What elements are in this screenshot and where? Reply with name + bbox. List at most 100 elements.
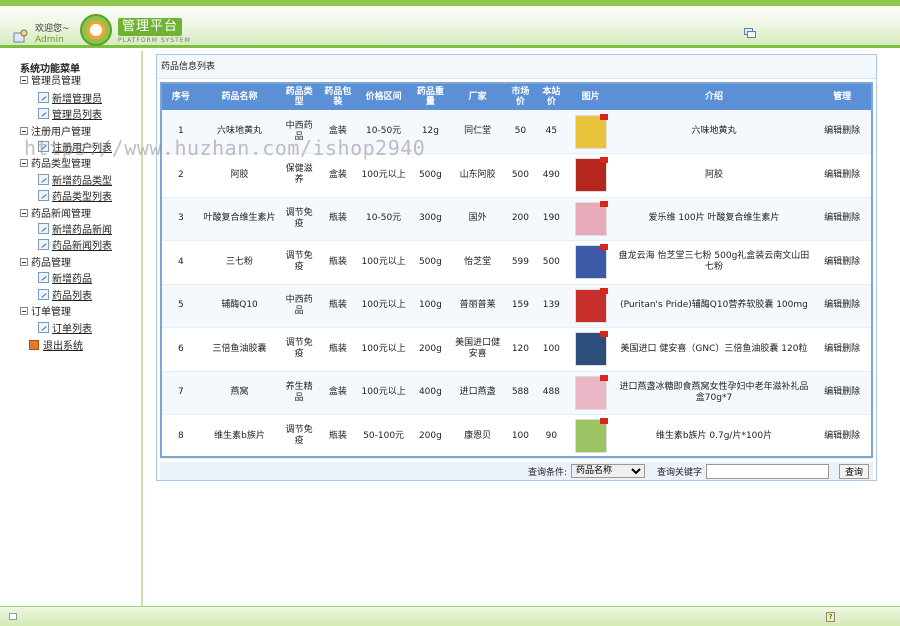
table-cell: 阿胶: [199, 153, 280, 198]
collapse-icon[interactable]: [20, 126, 28, 135]
table-cell: 100: [504, 414, 536, 459]
table-cell: 调节免疫: [279, 327, 319, 372]
delete-link[interactable]: 删除: [842, 344, 860, 354]
sidebar-item-order-list[interactable]: 订单列表: [38, 321, 92, 335]
edit-icon: [38, 141, 49, 152]
sidebar-item-add-drug-news[interactable]: 新增药品新闻: [38, 222, 112, 236]
sidebar-item-drug-type-list[interactable]: 药品类型列表: [38, 189, 112, 203]
collapse-icon[interactable]: [20, 257, 28, 266]
delete-link[interactable]: 删除: [842, 257, 860, 267]
collapse-icon[interactable]: [20, 158, 28, 167]
table-cell: 490: [535, 153, 567, 198]
manage-cell: 编辑删除: [813, 110, 871, 154]
table-cell: 中西药品: [279, 110, 319, 154]
product-image[interactable]: [574, 244, 608, 280]
product-image[interactable]: [574, 200, 608, 236]
welcome-text: 欢迎您~ Admin: [35, 24, 70, 46]
drug-list-panel: 药品信息列表 序号 药品名称 药品类型 药品包装 价格区间 药品重量 厂家 市场…: [156, 54, 877, 481]
table-cell: 调节免疫: [279, 414, 319, 459]
logo-title: 管理平台: [118, 18, 182, 36]
edit-link[interactable]: 编辑: [824, 213, 842, 223]
delete-link[interactable]: 删除: [842, 170, 860, 180]
table-cell: 美国进口健安喜: [450, 327, 505, 372]
manage-cell: 编辑删除: [813, 414, 871, 459]
edit-link[interactable]: 编辑: [824, 431, 842, 441]
table-cell: 599: [504, 240, 536, 285]
sidebar-item-add-admin[interactable]: 新增管理员: [38, 91, 102, 105]
edit-link[interactable]: 编辑: [824, 170, 842, 180]
table-cell: 进口燕盏: [450, 371, 505, 415]
search-keyword-input[interactable]: [706, 463, 829, 479]
bottom-status-bar: ?: [0, 606, 900, 626]
table-row: 4 三七粉 调节免疫 瓶装 100元以上 500g 怡芝堂 599 500 盘龙云海 怡芝堂三七粉…: [162, 240, 871, 285]
exit-system-link[interactable]: 退出系统: [29, 337, 83, 352]
help-icon[interactable]: ?: [826, 612, 835, 622]
sidebar-item-user-list[interactable]: 注册用户列表: [38, 140, 112, 154]
product-image[interactable]: [574, 418, 608, 454]
table-cell: 叶酸复合维生素片: [199, 197, 280, 241]
table-cell: 100元以上: [356, 153, 411, 198]
edit-link[interactable]: 编辑: [824, 344, 842, 354]
product-image-cell: [566, 414, 615, 459]
table-cell: 三倍鱼油胶囊: [199, 327, 280, 372]
product-image[interactable]: [574, 113, 608, 149]
product-image[interactable]: [574, 331, 608, 367]
badge-icon: [599, 244, 608, 251]
logo-subtitle: PLATFORM SYSTEM: [118, 37, 191, 44]
collapse-icon[interactable]: [20, 75, 28, 84]
sidebar-group-drug-types[interactable]: 药品类型管理: [20, 156, 91, 170]
sidebar-item-add-drug[interactable]: 新增药品: [38, 271, 92, 285]
sidebar-item-drug-list[interactable]: 药品列表: [38, 288, 92, 302]
sidebar-group-drugs[interactable]: 药品管理: [20, 255, 71, 269]
table-cell: 8: [162, 414, 200, 459]
collapse-icon[interactable]: [20, 208, 28, 217]
table-row: 3 叶酸复合维生素片 调节免疫 瓶装 10-50元 300g 国外 200 190 爱乐维 100…: [162, 197, 871, 241]
table-cell: 养生精品: [279, 371, 319, 415]
sidebar-item-admin-list[interactable]: 管理员列表: [38, 107, 102, 121]
table-cell: 国外: [450, 197, 505, 241]
table-row: 5 辅酶Q10 中西药品 瓶装 100元以上 100g 普丽普莱 159 139 (Puritan…: [162, 284, 871, 328]
edit-icon: [38, 223, 49, 234]
collapse-icon[interactable]: [20, 306, 28, 315]
edit-link[interactable]: 编辑: [824, 387, 842, 397]
manage-cell: 编辑删除: [813, 284, 871, 328]
table-cell: 100元以上: [356, 371, 411, 415]
edit-link[interactable]: 编辑: [824, 257, 842, 267]
search-button[interactable]: 查询: [839, 463, 869, 479]
delete-link[interactable]: 删除: [842, 126, 860, 136]
refresh-icon[interactable]: [744, 28, 756, 38]
sidebar-item-drug-news-list[interactable]: 药品新闻列表: [38, 238, 112, 252]
table-cell: 保健滋养: [279, 153, 319, 198]
delete-link[interactable]: 删除: [842, 431, 860, 441]
edit-link[interactable]: 编辑: [824, 300, 842, 310]
user-name: Admin: [35, 35, 64, 45]
edit-link[interactable]: 编辑: [824, 126, 842, 136]
panel-title: 药品信息列表: [157, 55, 876, 79]
delete-link[interactable]: 删除: [842, 213, 860, 223]
edit-icon: [38, 289, 49, 300]
column-header: 图片: [566, 84, 615, 110]
delete-link[interactable]: 删除: [842, 387, 860, 397]
column-header: 药品名称: [199, 84, 280, 110]
sidebar-group-drug-news[interactable]: 药品新闻管理: [20, 206, 91, 220]
sidebar-group-orders[interactable]: 订单管理: [20, 304, 71, 318]
search-condition-select[interactable]: 药品名称: [570, 464, 645, 478]
product-image[interactable]: [574, 287, 608, 323]
delete-link[interactable]: 删除: [842, 300, 860, 310]
table-cell: 5: [162, 284, 200, 328]
product-image-cell: [566, 284, 615, 328]
product-image[interactable]: [574, 157, 608, 193]
product-image[interactable]: [574, 374, 608, 410]
table-cell: 调节免疫: [279, 197, 319, 241]
top-header: 欢迎您~ Admin 管理平台 PLATFORM SYSTEM: [0, 0, 900, 48]
badge-icon: [599, 200, 608, 207]
edit-icon: [38, 174, 49, 185]
table-cell: 辅酶Q10: [199, 284, 280, 328]
sidebar-group-admin[interactable]: 管理员管理: [20, 73, 81, 87]
welcome-label: 欢迎您~: [35, 24, 70, 34]
drug-table-container: 序号 药品名称 药品类型 药品包装 价格区间 药品重量 厂家 市场价 本站价 图…: [160, 82, 873, 459]
sidebar-group-users[interactable]: 注册用户管理: [20, 124, 91, 138]
table-cell: 美国进口 健安喜（GNC）三倍鱼油胶囊 120粒: [614, 327, 814, 372]
sidebar-item-add-drug-type[interactable]: 新增药品类型: [38, 173, 112, 187]
table-cell: 三七粉: [199, 240, 280, 285]
